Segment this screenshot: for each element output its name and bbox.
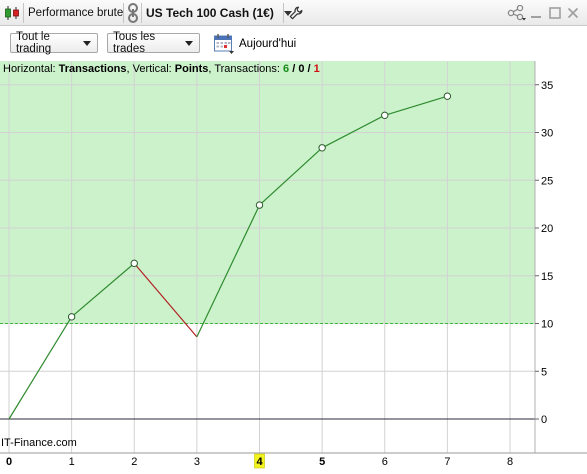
maximize-icon[interactable] — [549, 0, 561, 26]
separator — [23, 3, 24, 23]
link-icon[interactable] — [127, 0, 139, 26]
trading-filter-label: Tout le trading — [16, 31, 52, 55]
horizontal-value: Transactions — [58, 63, 127, 75]
losses-count: 1 — [313, 63, 320, 75]
chevron-down-icon — [185, 40, 193, 46]
slash: / — [289, 63, 299, 75]
calendar-icon[interactable] — [213, 33, 235, 55]
transactions-prefix: , Transactions: — [208, 63, 284, 75]
data-point — [443, 92, 452, 100]
date-label: Aujourd'hui — [239, 38, 297, 50]
x-tick-label: 5 — [319, 456, 325, 468]
candlestick-icon — [4, 0, 22, 26]
y-tick-label: 5 — [541, 366, 547, 378]
trades-filter-dropdown[interactable]: Tous les trades — [107, 31, 200, 55]
x-tick-label: 6 — [382, 456, 388, 468]
chevron-down-icon — [83, 40, 91, 46]
instrument-label: US Tech 100 Cash (1€) — [146, 6, 274, 20]
x-tick-label: 2 — [131, 456, 137, 468]
y-tick-label: 0 — [541, 414, 547, 426]
data-point — [381, 111, 389, 120]
trades-filter-label: Tous les trades — [113, 31, 156, 55]
title-bar: Performance brute US Tech 100 Cash (1€) — [0, 0, 587, 26]
date-selector[interactable]: Aujourd'hui — [213, 33, 296, 55]
y-tick-label: 35 — [541, 80, 553, 92]
instrument-selector[interactable]: US Tech 100 Cash (1€) — [146, 0, 292, 26]
minimize-icon[interactable] — [530, 0, 542, 26]
close-icon[interactable] — [567, 0, 579, 26]
filter-toolbar: Tout le trading Tous les trades Aujourd'… — [0, 27, 587, 61]
wrench-icon[interactable] — [289, 0, 303, 26]
performance-chart: 0 5 10 15 20 25 30 35 0 1 2 3 4 5 6 7 8 Horizontal: Tran… — [0, 61, 587, 474]
target-zone — [0, 61, 535, 324]
tab-label: Performance brute — [28, 7, 124, 19]
y-tick-label: 15 — [541, 271, 553, 283]
x-tick-label: 8 — [507, 456, 513, 468]
tab-performance-brute[interactable]: Performance brute — [28, 0, 123, 26]
chart-info-line: Horizontal: Transactions, Vertical: Poin… — [3, 63, 320, 75]
separator — [123, 3, 124, 23]
slash: / — [304, 63, 314, 75]
trading-filter-dropdown[interactable]: Tout le trading — [10, 31, 98, 55]
data-point — [67, 313, 76, 321]
x-tick-label: 7 — [444, 456, 450, 468]
horizontal-prefix: Horizontal: — [3, 63, 59, 75]
separator — [141, 3, 142, 23]
share-icon[interactable] — [507, 0, 527, 26]
vertical-prefix: , Vertical: — [126, 63, 175, 75]
y-tick-label: 25 — [541, 175, 553, 187]
separator — [283, 3, 284, 23]
vertical-value: Points — [174, 63, 209, 75]
x-tick-label: 0 — [6, 456, 12, 468]
x-tick-label: 3 — [194, 456, 200, 468]
y-tick-label: 20 — [541, 223, 553, 235]
source-label: IT-Finance.com — [1, 437, 77, 449]
data-point — [255, 201, 264, 209]
y-tick-label: 30 — [541, 128, 553, 140]
series-segment — [8, 316, 73, 420]
x-tick-label: 1 — [69, 456, 75, 468]
data-point — [318, 144, 326, 152]
y-tick-label: 10 — [541, 319, 553, 331]
data-point — [130, 259, 138, 268]
chart-canvas: 0 5 10 15 20 25 30 35 0 1 2 3 4 5 6 7 8 — [0, 61, 587, 469]
x-tick-label: 4 — [256, 456, 263, 468]
